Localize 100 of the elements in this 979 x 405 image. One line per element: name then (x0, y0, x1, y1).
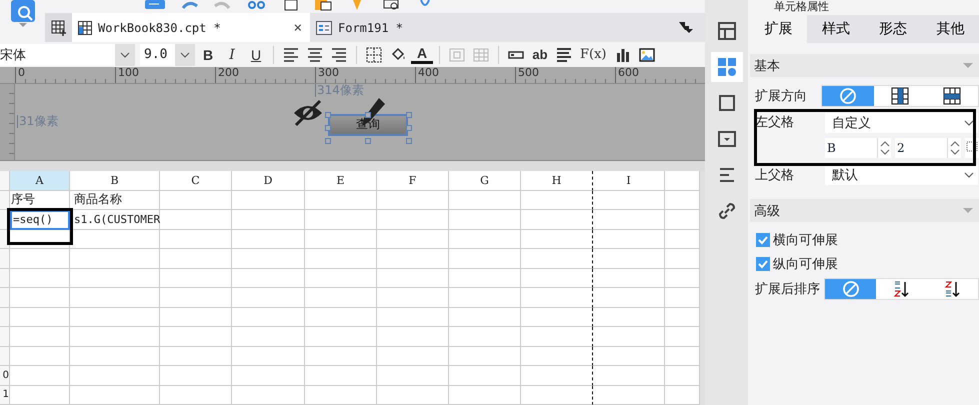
row-header[interactable]: 1 (0, 386, 10, 405)
resize-handle[interactable] (365, 112, 371, 118)
resize-handle[interactable] (365, 138, 371, 144)
stepper-button[interactable] (877, 138, 891, 158)
table-cell (593, 386, 665, 405)
new-grid-tab-button[interactable] (45, 13, 72, 42)
document-icon[interactable] (145, 0, 165, 12)
height-label: 31像素 (17, 114, 58, 128)
label-button[interactable]: ab (529, 44, 551, 66)
spinner-field[interactable]: 2 (895, 138, 961, 158)
font-color-button[interactable]: A (411, 46, 433, 64)
caret-icon[interactable] (963, 63, 973, 68)
table-cell (160, 249, 232, 268)
checkbox[interactable] (756, 233, 770, 247)
table-cell (449, 268, 521, 288)
property-tab[interactable]: 其他 (922, 15, 979, 43)
scrollbar[interactable] (700, 170, 705, 405)
column-header[interactable]: I (593, 170, 665, 190)
underline-button[interactable]: U (245, 44, 267, 66)
column-header[interactable]: H (521, 170, 593, 190)
align-left-icon (283, 46, 299, 63)
table-cell (521, 327, 593, 346)
side-panel-tab[interactable] (710, 52, 742, 82)
align-center-icon (307, 46, 323, 63)
table-cell (10, 346, 70, 366)
column-header[interactable]: F (377, 170, 449, 190)
table-cell (665, 249, 700, 268)
table-cell (10, 366, 70, 386)
splitter-bar[interactable] (0, 160, 705, 170)
dropdown-value: 默认 (832, 167, 858, 184)
formula-button[interactable]: F(x) (577, 44, 610, 66)
column-header[interactable]: B (70, 170, 160, 190)
bold-button[interactable]: B (197, 44, 219, 66)
prohibited-icon (839, 87, 857, 105)
scissors-icon[interactable] (247, 0, 267, 12)
table-cell (665, 268, 700, 288)
close-icon[interactable]: × (294, 20, 302, 36)
prohibited-icon (842, 280, 860, 298)
table-cell (521, 366, 593, 386)
section-header[interactable]: 基本 (750, 54, 979, 77)
layout-icon (716, 21, 736, 41)
table-cell (593, 327, 665, 346)
table-cell (377, 288, 449, 308)
bar-chart-icon (614, 46, 630, 63)
eye-slash-icon[interactable] (292, 98, 324, 127)
checkmark-icon (758, 259, 768, 269)
table-cell (10, 268, 70, 288)
dropdown-value: 自定义 (832, 115, 871, 132)
font-select[interactable]: 宋体 (0, 44, 135, 66)
document-tab[interactable]: WorkBook830.cpt * × (72, 13, 310, 42)
undo-icon[interactable] (179, 0, 199, 12)
table-cell (593, 190, 665, 210)
column-header[interactable]: E (305, 170, 377, 190)
table-cell (449, 386, 521, 405)
table-cell (521, 268, 593, 288)
grid-add-icon (50, 20, 66, 36)
column-header[interactable]: D (232, 170, 305, 190)
spinner-field[interactable]: B (825, 138, 891, 158)
horizontal-expand-icon (943, 87, 961, 105)
app-logo-icon[interactable] (10, 0, 34, 22)
property-tab[interactable]: 扩展 (750, 15, 808, 43)
column-header[interactable]: A (10, 170, 70, 190)
stepper-button[interactable] (947, 138, 961, 158)
table-cell (10, 249, 70, 268)
selected-cell[interactable]: =seq() (10, 210, 70, 230)
table-cell (160, 210, 232, 230)
table-cell (377, 268, 449, 288)
property-tab[interactable]: 形态 (864, 15, 922, 43)
tab-menu-icon[interactable] (679, 22, 693, 34)
property-tab[interactable]: 样式 (807, 15, 864, 43)
chevron-down-icon (964, 172, 974, 178)
table-cell (305, 386, 377, 405)
width-label: 314像素 (315, 84, 364, 97)
spinner-value: 2 (896, 140, 906, 157)
cell-icon (716, 57, 736, 77)
chevron-down-icon (180, 52, 190, 58)
table-cell (521, 346, 593, 366)
checkbox[interactable] (756, 257, 770, 271)
table-cell (449, 366, 521, 386)
dropdown[interactable]: 默认 (825, 165, 978, 185)
font-size-select[interactable]: 9.0 (140, 44, 195, 66)
checkbox-label: 横向可伸展 (773, 232, 838, 249)
table-cell (593, 249, 665, 268)
dropdown[interactable]: 自定义 (825, 113, 978, 133)
row-header[interactable] (0, 190, 10, 210)
caret-icon[interactable] (963, 208, 973, 213)
font-size-value: 9.0 (143, 46, 168, 64)
table-cell (10, 327, 70, 346)
table-cell (521, 386, 593, 405)
column-header[interactable]: G (449, 170, 521, 190)
paragraph-icon (556, 46, 572, 63)
table-cell (160, 308, 232, 327)
table-cell (10, 386, 70, 405)
table-cell (160, 268, 232, 288)
italic-button[interactable]: I (221, 44, 243, 66)
row-header[interactable]: 0 (0, 366, 10, 386)
column-header[interactable]: C (160, 170, 232, 190)
table-grid-icon (473, 46, 489, 63)
table-cell (377, 386, 449, 405)
section-header[interactable]: 高级 (750, 199, 979, 222)
